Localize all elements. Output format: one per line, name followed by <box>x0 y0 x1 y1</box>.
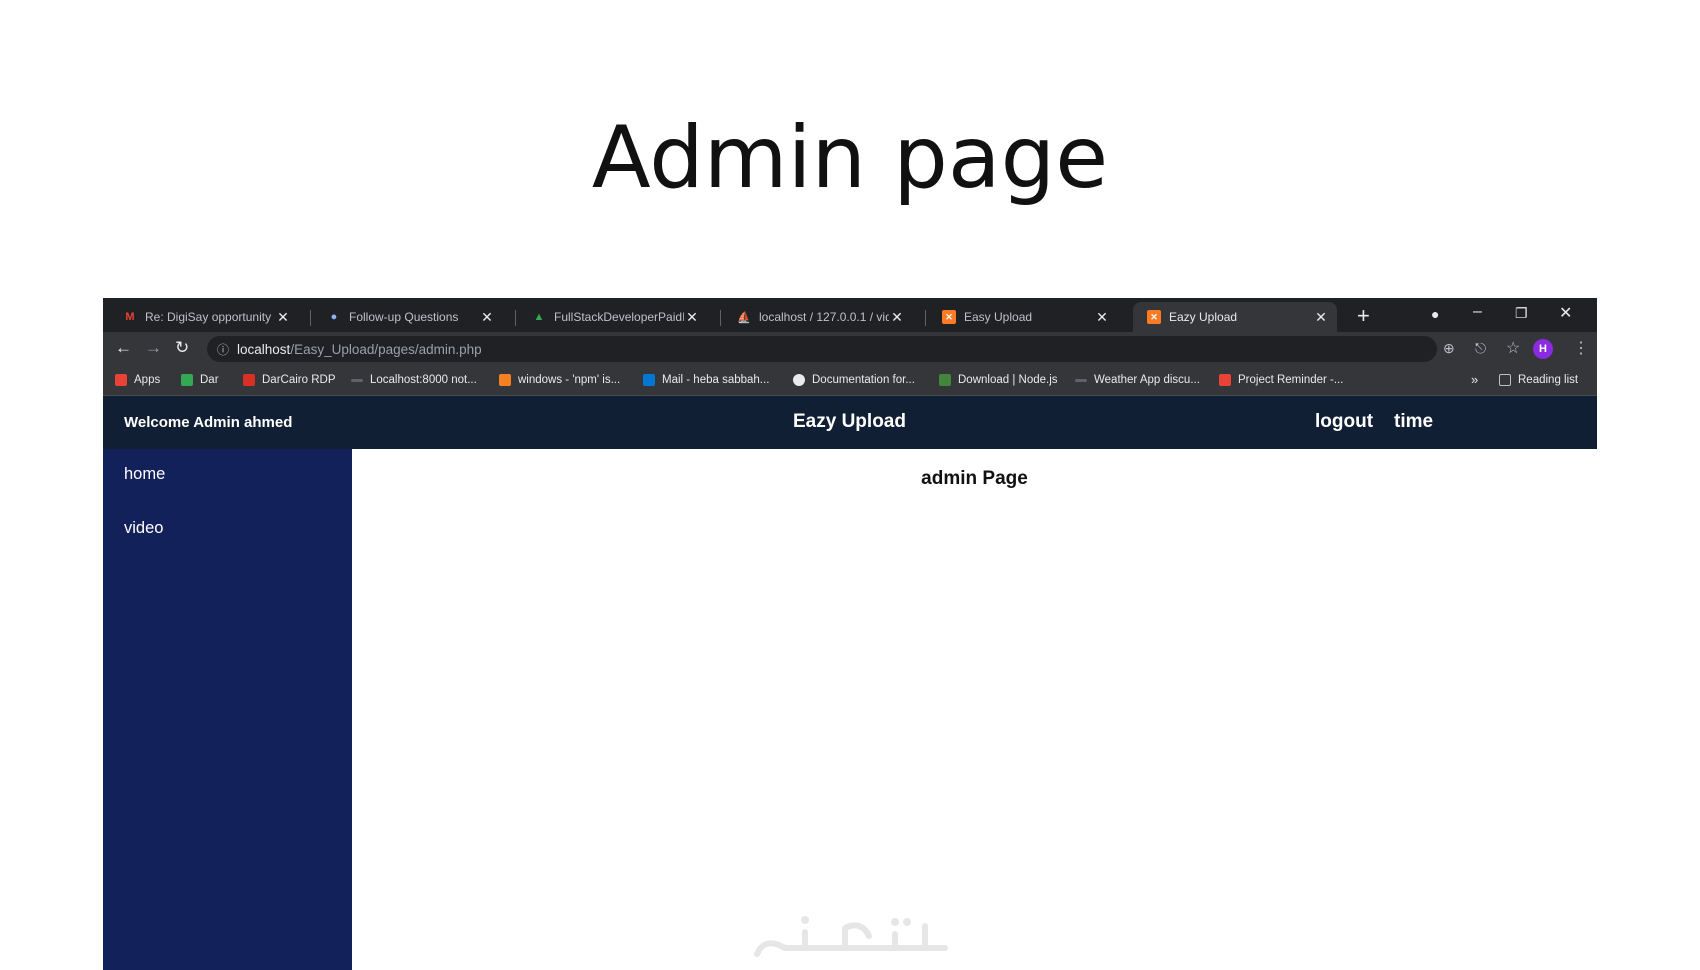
url-host: localhost <box>237 341 291 357</box>
bookmark-darcairo-rdp[interactable]: DarCairo RDP <box>243 374 336 386</box>
tab-easy-upload[interactable]: ✕ Easy Upload ✕ <box>928 302 1118 332</box>
bookmark-label: Weather App discu... <box>1094 374 1200 386</box>
close-icon[interactable]: ✕ <box>275 309 291 326</box>
tab-search-icon[interactable]: ● <box>1431 306 1439 322</box>
brand-title[interactable]: Eazy Upload <box>793 411 906 433</box>
tab-follow-up[interactable]: ● Follow-up Questions ✕ <box>313 302 503 332</box>
tab-gmail[interactable]: M Re: DigiSay opportunity - h ✕ <box>109 302 299 332</box>
bookmark-label: Localhost:8000 not... <box>370 374 477 386</box>
welcome-text: Welcome Admin ahmed <box>124 414 293 431</box>
watermark-logo <box>754 916 948 957</box>
slide-title: Admin page <box>591 108 1109 208</box>
bookmarks-overflow-button[interactable]: » <box>1471 372 1478 387</box>
dash-icon <box>351 378 363 382</box>
drive-icon: ▲ <box>533 311 545 323</box>
bookmark-label: windows - 'npm' is... <box>518 374 621 386</box>
restore-icon[interactable]: ❐ <box>1515 305 1528 322</box>
bookmark-documentation[interactable]: Documentation for... <box>793 374 915 386</box>
browser-window: M Re: DigiSay opportunity - h ✕ ● Follow… <box>103 298 1597 970</box>
logout-link[interactable]: logout <box>1315 411 1373 433</box>
reading-list-label: Reading list <box>1518 374 1579 386</box>
close-icon[interactable]: ✕ <box>889 309 905 326</box>
stackoverflow-icon <box>499 374 511 386</box>
outlook-icon <box>643 374 655 386</box>
tab-label: Follow-up Questions <box>349 310 459 324</box>
tab-separator <box>925 310 926 326</box>
folder-icon <box>181 374 193 386</box>
tab-separator <box>310 310 311 326</box>
close-icon[interactable]: ✕ <box>1313 309 1329 326</box>
apps-grid-icon <box>115 374 127 386</box>
gmail-icon <box>1219 374 1231 386</box>
profile-avatar[interactable]: H <box>1533 339 1553 359</box>
globe-icon: ● <box>330 311 338 323</box>
tab-label: localhost / 127.0.0.1 / vide <box>759 310 889 324</box>
bookmark-npm[interactable]: windows - 'npm' is... <box>499 374 620 386</box>
bookmark-label: Dar <box>200 374 219 386</box>
tab-separator <box>720 310 721 326</box>
bookmark-weather-app[interactable]: Weather App discu... <box>1075 374 1200 386</box>
bookmark-label: Mail - heba sabbah... <box>662 374 770 386</box>
sidebar-item-video[interactable]: video <box>124 519 163 538</box>
reload-icon[interactable]: ↻ <box>175 338 189 358</box>
tab-label: Easy Upload <box>964 310 1033 324</box>
bookmark-label: Documentation for... <box>812 374 915 386</box>
globe-icon <box>793 374 805 386</box>
tab-eazy-upload-active[interactable]: ✕ Eazy Upload ✕ <box>1133 302 1337 332</box>
zoom-icon[interactable]: ⊕ <box>1443 340 1455 357</box>
bookmark-localhost[interactable]: Localhost:8000 not... <box>351 374 477 386</box>
app-header: Welcome Admin ahmed Eazy Upload logout t… <box>103 396 1597 449</box>
rdp-icon <box>243 374 255 386</box>
phpmyadmin-icon: ⛵ <box>737 311 751 324</box>
back-icon[interactable]: ← <box>115 338 132 358</box>
bookmark-project-reminder[interactable]: Project Reminder -... <box>1219 374 1343 386</box>
tab-label: FullStackDeveloperPaidInt <box>554 310 684 324</box>
browser-toolbar: ← → ↻ ⓘ localhost/Easy_Upload/pages/admi… <box>103 332 1597 366</box>
bookmarks-bar: Apps Dar DarCairo RDP Localhost:8000 not… <box>103 366 1597 396</box>
sidebar-item-home[interactable]: home <box>124 465 165 484</box>
forward-icon[interactable]: → <box>145 338 162 358</box>
url-path: /Easy_Upload/pages/admin.php <box>290 341 482 357</box>
reading-list-button[interactable]: Reading list <box>1499 374 1578 386</box>
page-title: admin Page <box>921 468 1028 489</box>
nodejs-icon <box>939 374 951 386</box>
menu-icon[interactable]: ⋮ <box>1573 338 1589 358</box>
time-display: time <box>1394 411 1434 432</box>
share-icon[interactable]: ⎋ <box>1475 340 1486 357</box>
tab-drive[interactable]: ▲ FullStackDeveloperPaidInt ✕ <box>518 302 708 332</box>
tab-strip: M Re: DigiSay opportunity - h ✕ ● Follow… <box>103 298 1597 332</box>
bookmark-label: DarCairo RDP <box>262 374 336 386</box>
bookmark-label: Project Reminder -... <box>1238 374 1344 386</box>
xampp-icon: ✕ <box>1147 310 1161 324</box>
close-icon[interactable]: ✕ <box>479 309 495 326</box>
tab-label: Re: DigiSay opportunity - h <box>145 310 275 324</box>
bookmark-mail[interactable]: Mail - heba sabbah... <box>643 374 769 386</box>
minimize-icon[interactable]: – <box>1473 303 1482 321</box>
window-close-icon[interactable]: ✕ <box>1559 303 1572 323</box>
gmail-icon: M <box>125 311 135 323</box>
bookmark-label: Apps <box>134 374 161 386</box>
xampp-icon: ✕ <box>942 310 956 324</box>
dash-icon <box>1075 378 1087 382</box>
bookmark-label: Download | Node.js <box>958 374 1058 386</box>
bookmark-apps[interactable]: Apps <box>115 374 160 386</box>
new-tab-button[interactable]: + <box>1357 303 1370 329</box>
address-bar[interactable]: ⓘ localhost/Easy_Upload/pages/admin.php <box>207 336 1437 362</box>
bookmark-nodejs[interactable]: Download | Node.js <box>939 374 1058 386</box>
close-icon[interactable]: ✕ <box>684 309 700 326</box>
reading-list-icon <box>1499 374 1511 386</box>
tab-phpmyadmin[interactable]: ⛵ localhost / 127.0.0.1 / vide ✕ <box>723 302 913 332</box>
sidebar: home video <box>103 449 352 970</box>
tab-separator <box>515 310 516 326</box>
site-info-icon[interactable]: ⓘ <box>217 341 229 358</box>
close-icon[interactable]: ✕ <box>1094 309 1110 326</box>
star-icon[interactable]: ☆ <box>1506 338 1520 358</box>
tab-label: Eazy Upload <box>1169 310 1238 324</box>
bookmark-dar[interactable]: Dar <box>181 374 219 386</box>
